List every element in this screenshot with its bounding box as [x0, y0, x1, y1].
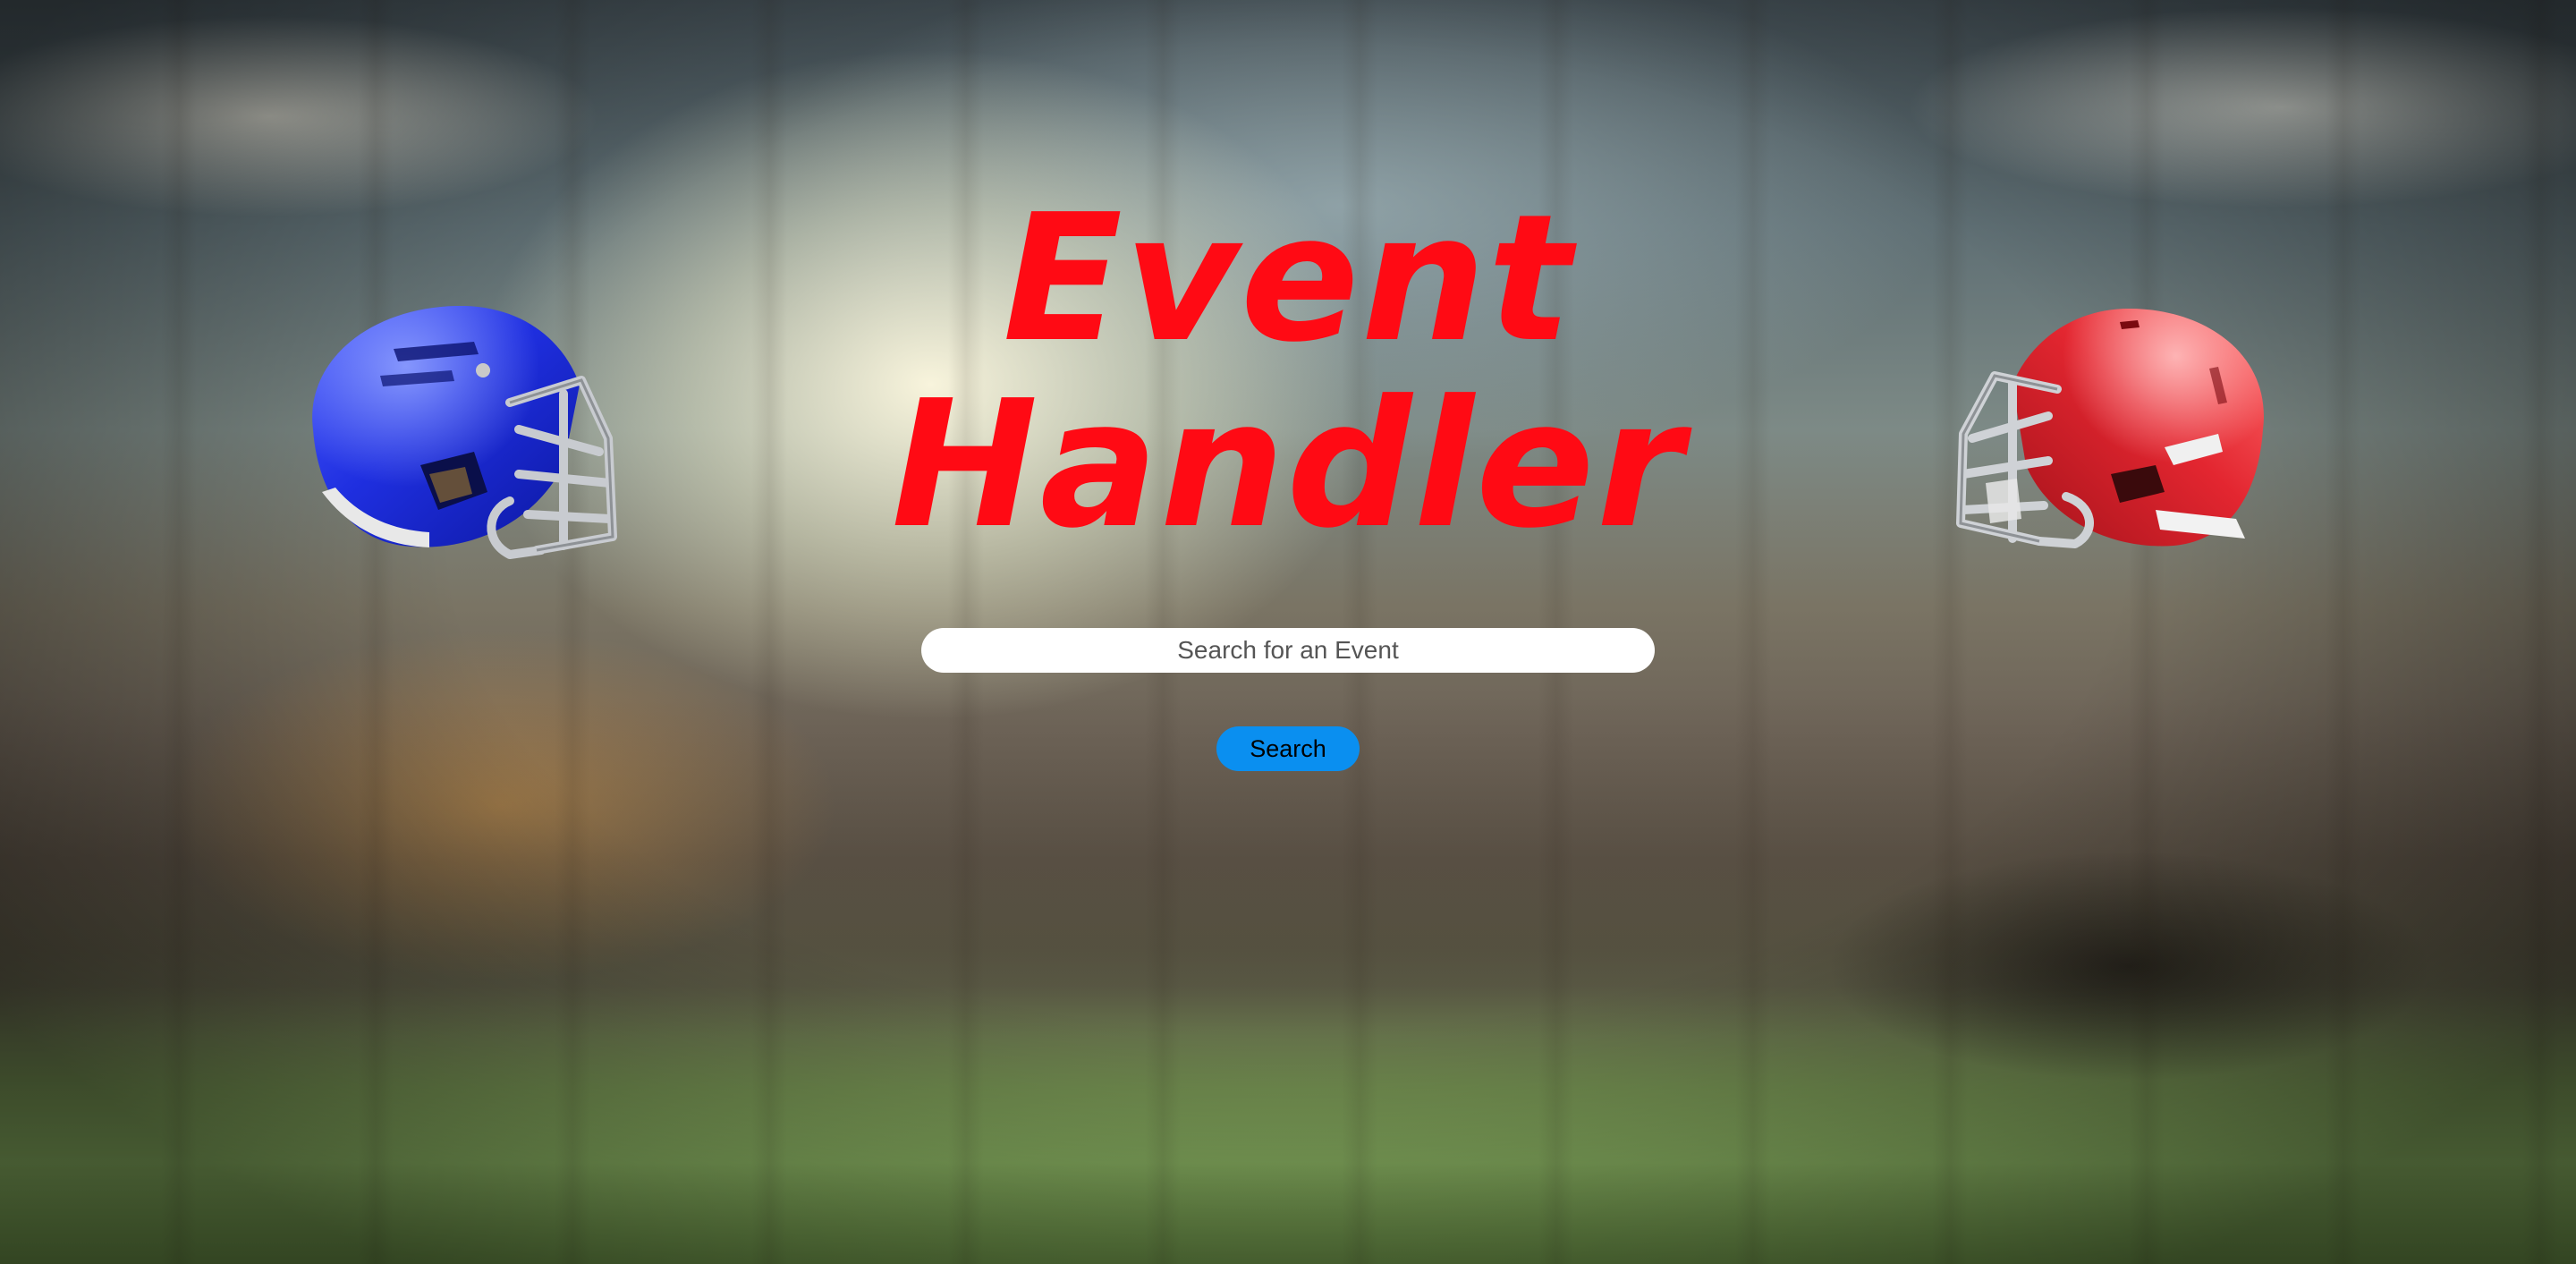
app-title-line-2: Handler [891, 363, 1685, 567]
landing-page: Event Handler Search [0, 0, 2576, 1264]
search-input[interactable] [921, 628, 1655, 673]
search-button[interactable]: Search [1216, 726, 1360, 771]
app-title-line-1: Event [1003, 177, 1573, 381]
